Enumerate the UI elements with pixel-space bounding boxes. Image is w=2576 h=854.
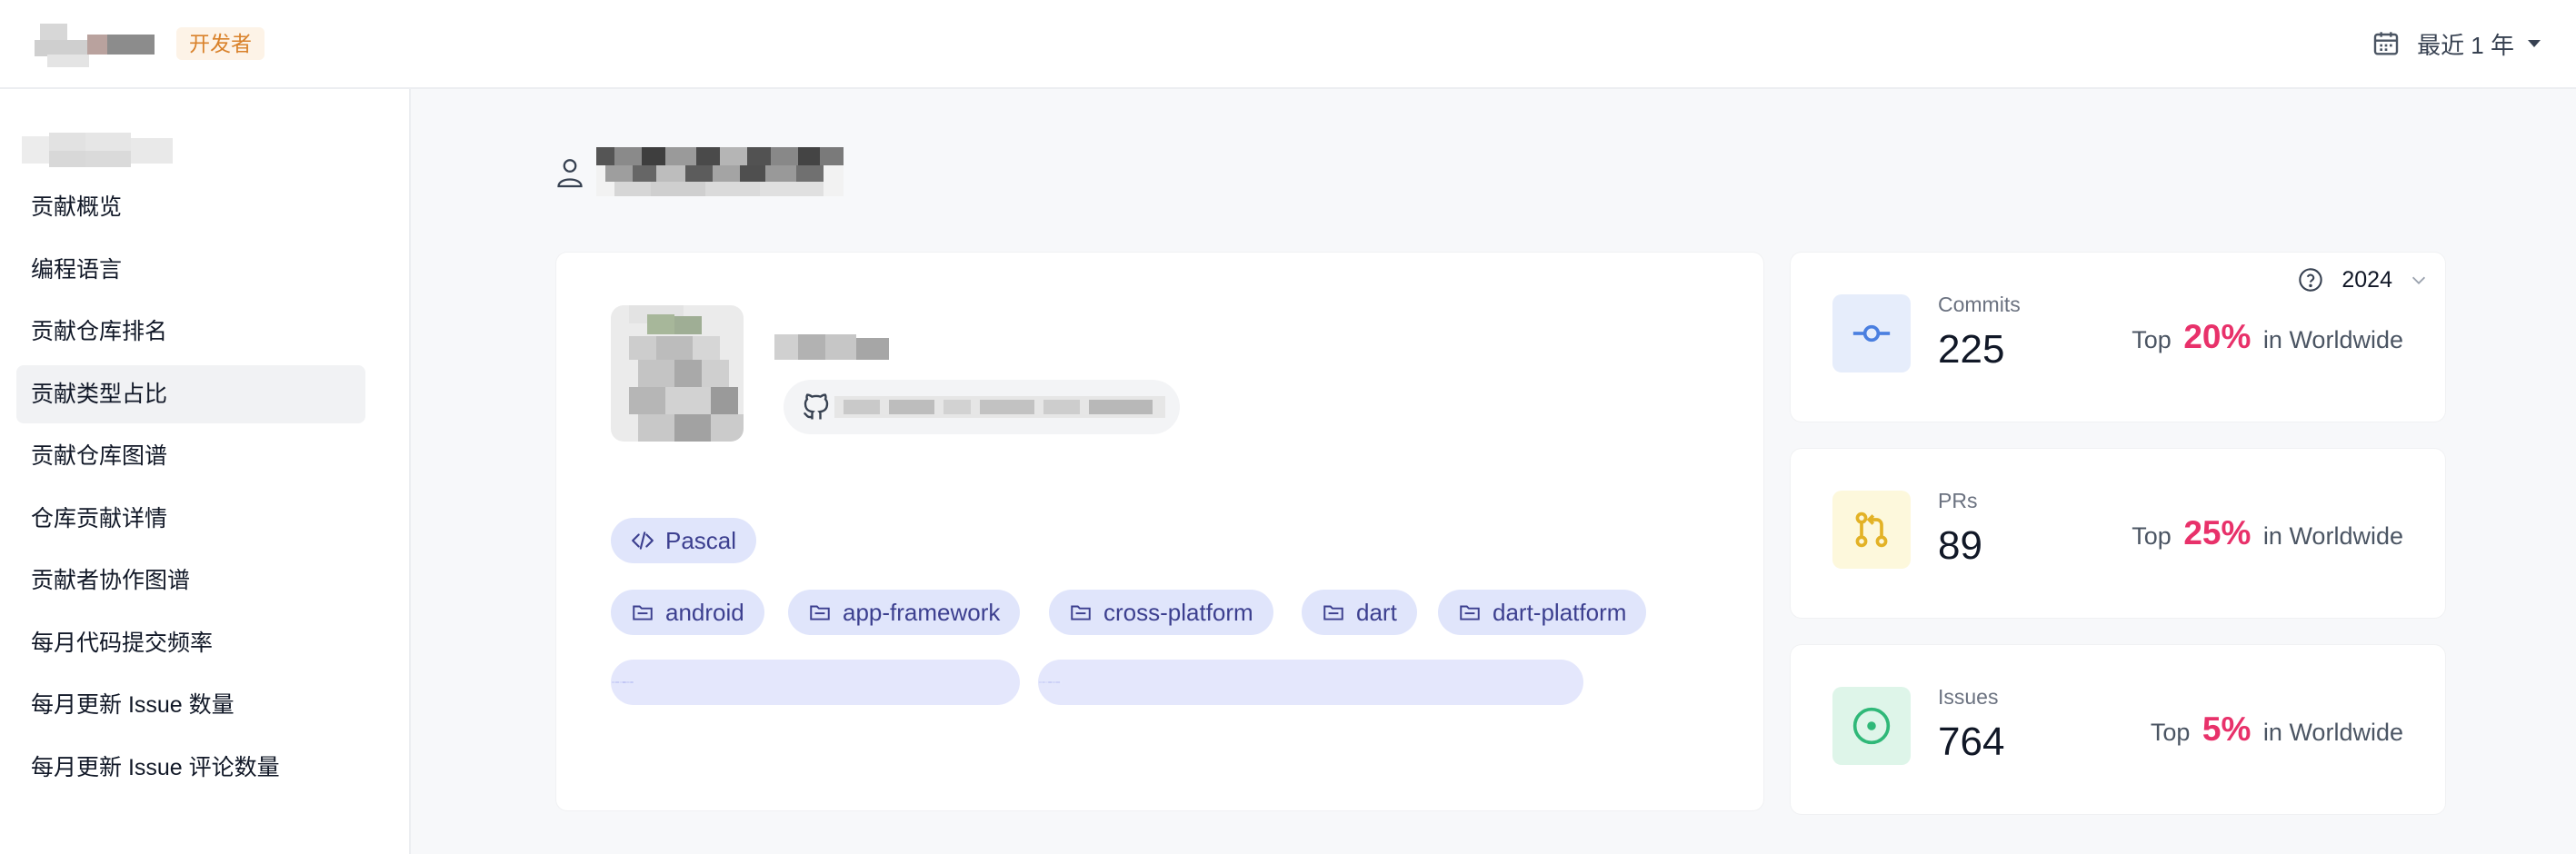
rank-suffix: in Worldwide xyxy=(2262,719,2403,746)
year-select-value: 2024 xyxy=(2341,266,2392,293)
year-select[interactable]: 2024 xyxy=(2298,263,2429,296)
issue-icon xyxy=(1852,707,1891,745)
chevron-down-icon xyxy=(2528,40,2541,47)
topic-chip[interactable]: cross-platform xyxy=(1049,590,1273,635)
top-header: 开发者 最近 1 年 xyxy=(0,0,2576,89)
commits-stat-card: 2024 Commits 225 Top 20% in Worldwide xyxy=(1791,253,2445,422)
sidebar-item-repo-graph[interactable]: 贡献仓库图谱 xyxy=(16,427,365,485)
developer-badge: 开发者 xyxy=(176,27,265,60)
topic-chip[interactable]: dart xyxy=(1302,590,1417,635)
app-logo[interactable] xyxy=(35,22,158,69)
commit-icon xyxy=(1852,324,1891,343)
sidebar-item-languages[interactable]: 编程语言 xyxy=(16,241,365,299)
rank-prefix: Top xyxy=(2132,326,2172,353)
topic-chip-redacted[interactable] xyxy=(611,660,1020,705)
github-profile-link[interactable] xyxy=(784,380,1180,434)
stat-value: 225 xyxy=(1938,327,2005,372)
folder-icon xyxy=(1071,605,1091,621)
stat-rank: Top 20% in Worldwide xyxy=(2132,318,2403,356)
rank-percent: 5% xyxy=(2202,710,2252,748)
topic-chip[interactable]: app-framework xyxy=(788,590,1021,635)
avatar[interactable] xyxy=(611,305,744,442)
calendar-icon xyxy=(2373,32,2399,55)
topic-chip-label: android xyxy=(665,598,744,626)
rank-percent: 25% xyxy=(2183,514,2252,551)
folder-icon xyxy=(633,605,653,621)
stat-rank: Top 5% in Worldwide xyxy=(2151,710,2403,749)
sidebar-item-monthly-issue-comments[interactable]: 每月更新 Issue 评论数量 xyxy=(16,739,365,797)
rank-prefix: Top xyxy=(2132,522,2172,550)
folder-icon xyxy=(810,605,830,621)
sidebar-item-monthly-commits[interactable]: 每月代码提交频率 xyxy=(16,614,365,672)
profile-card: Pascal android app-framework cross-platf… xyxy=(556,253,1763,810)
topic-chip-redacted[interactable] xyxy=(1038,660,1583,705)
topic-chip-label: cross-platform xyxy=(1103,598,1253,626)
topic-chip[interactable]: android xyxy=(611,590,764,635)
sidebar-nav: 贡献概览 编程语言 贡献仓库排名 贡献类型占比 贡献仓库图谱 仓库贡献详情 贡献… xyxy=(16,178,365,800)
stat-label: Issues xyxy=(1938,685,1999,709)
folder-icon xyxy=(1323,605,1343,621)
stat-label: PRs xyxy=(1938,489,1978,512)
code-icon xyxy=(632,531,654,550)
github-icon xyxy=(803,393,829,420)
date-range-picker[interactable]: 最近 1 年 xyxy=(2371,25,2543,62)
user-icon xyxy=(557,159,583,188)
stat-value: 89 xyxy=(1938,523,1982,568)
help-icon[interactable] xyxy=(2298,267,2323,293)
language-chip[interactable]: Pascal xyxy=(611,518,757,563)
rank-suffix: in Worldwide xyxy=(2262,522,2403,550)
main-content: Pascal android app-framework cross-platf… xyxy=(411,89,2576,854)
pr-icon-box xyxy=(1832,491,1911,569)
topic-chip[interactable]: dart-platform xyxy=(1438,590,1647,635)
sidebar: 贡献概览 编程语言 贡献仓库排名 贡献类型占比 贡献仓库图谱 仓库贡献详情 贡献… xyxy=(0,89,411,854)
rank-percent: 20% xyxy=(2183,318,2252,355)
topic-chip-label: app-framework xyxy=(843,598,1001,626)
commit-icon-box xyxy=(1832,294,1911,372)
sidebar-item-repo-details[interactable]: 仓库贡献详情 xyxy=(16,490,365,548)
rank-suffix: in Worldwide xyxy=(2262,326,2403,353)
folder-icon xyxy=(1460,605,1480,621)
issue-icon-box xyxy=(1832,687,1911,765)
topic-chip-label: dart xyxy=(1356,598,1397,626)
date-range-label: 最近 1 年 xyxy=(2417,31,2514,59)
pull-request-icon xyxy=(1855,511,1888,548)
topic-chip-label: dart-platform xyxy=(1493,598,1627,626)
sidebar-username-redacted xyxy=(22,133,173,167)
username-redacted xyxy=(596,147,844,196)
sidebar-item-repo-ranking[interactable]: 贡献仓库排名 xyxy=(16,303,365,361)
sidebar-item-contribution-types[interactable]: 贡献类型占比 xyxy=(16,364,365,423)
sidebar-item-collaboration-graph[interactable]: 贡献者协作图谱 xyxy=(16,551,365,610)
issues-stat-card: Issues 764 Top 5% in Worldwide xyxy=(1791,645,2445,814)
prs-stat-card: PRs 89 Top 25% in Worldwide xyxy=(1791,449,2445,618)
stat-label: Commits xyxy=(1938,293,2021,316)
github-url-redacted xyxy=(834,396,1165,418)
sidebar-item-contribution-overview[interactable]: 贡献概览 xyxy=(16,178,365,236)
chevron-down-icon xyxy=(2411,276,2426,284)
rank-prefix: Top xyxy=(2150,719,2191,746)
language-chip-label: Pascal xyxy=(665,526,737,554)
display-name-redacted xyxy=(774,334,889,360)
stat-value: 764 xyxy=(1938,720,2005,764)
stat-rank: Top 25% in Worldwide xyxy=(2132,514,2403,552)
sidebar-item-monthly-issues[interactable]: 每月更新 Issue 数量 xyxy=(16,676,365,734)
